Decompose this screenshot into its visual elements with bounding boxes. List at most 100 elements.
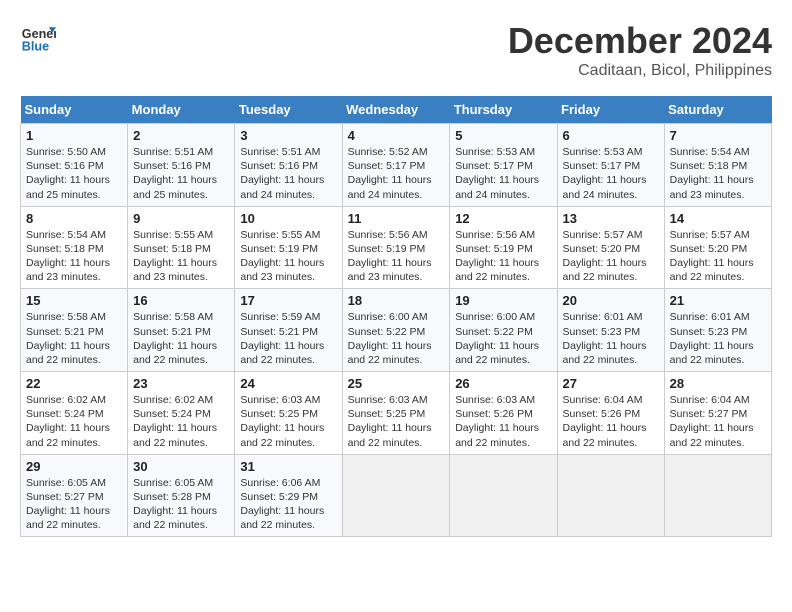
- calendar-cell: 25 Sunrise: 6:03 AM Sunset: 5:25 PM Dayli…: [342, 372, 450, 455]
- calendar-cell: 1Sunrise: 5:50 AM Sunset: 5:16 PM Daylig…: [21, 124, 128, 207]
- calendar-cell: [342, 454, 450, 537]
- day-info: Sunrise: 6:04 AM Sunset: 5:27 PM Dayligh…: [670, 393, 766, 450]
- day-number: 22: [26, 376, 122, 391]
- calendar-cell: 7 Sunrise: 5:54 AM Sunset: 5:18 PM Daylig…: [664, 124, 771, 207]
- day-number: 16: [133, 293, 229, 308]
- day-info: Sunrise: 6:03 AM Sunset: 5:25 PM Dayligh…: [348, 393, 445, 450]
- calendar-cell: 30 Sunrise: 6:05 AM Sunset: 5:28 PM Dayli…: [128, 454, 235, 537]
- day-info: Sunrise: 5:51 AM Sunset: 5:16 PM Dayligh…: [240, 145, 336, 202]
- day-info: Sunrise: 5:51 AM Sunset: 5:16 PM Dayligh…: [133, 145, 229, 202]
- day-number: 29: [26, 459, 122, 474]
- calendar-cell: 29 Sunrise: 6:05 AM Sunset: 5:27 PM Dayli…: [21, 454, 128, 537]
- day-number: 27: [563, 376, 659, 391]
- day-number: 15: [26, 293, 122, 308]
- calendar-cell: [664, 454, 771, 537]
- calendar-cell: 15 Sunrise: 5:58 AM Sunset: 5:21 PM Dayli…: [21, 289, 128, 372]
- header-thursday: Thursday: [450, 96, 557, 124]
- day-number: 6: [563, 128, 659, 143]
- day-info: Sunrise: 5:53 AM Sunset: 5:17 PM Dayligh…: [455, 145, 551, 202]
- day-info: Sunrise: 5:58 AM Sunset: 5:21 PM Dayligh…: [26, 310, 122, 367]
- day-number: 2: [133, 128, 229, 143]
- header-tuesday: Tuesday: [235, 96, 342, 124]
- day-info: Sunrise: 5:52 AM Sunset: 5:17 PM Dayligh…: [348, 145, 445, 202]
- calendar-cell: 10 Sunrise: 5:55 AM Sunset: 5:19 PM Dayli…: [235, 206, 342, 289]
- day-number: 13: [563, 211, 659, 226]
- calendar-cell: 5 Sunrise: 5:53 AM Sunset: 5:17 PM Daylig…: [450, 124, 557, 207]
- day-number: 19: [455, 293, 551, 308]
- calendar-week-2: 8Sunrise: 5:54 AM Sunset: 5:18 PM Daylig…: [21, 206, 772, 289]
- day-number: 20: [563, 293, 659, 308]
- day-info: Sunrise: 5:50 AM Sunset: 5:16 PM Dayligh…: [26, 145, 122, 202]
- header-monday: Monday: [128, 96, 235, 124]
- calendar-cell: 12 Sunrise: 5:56 AM Sunset: 5:19 PM Dayli…: [450, 206, 557, 289]
- day-info: Sunrise: 5:55 AM Sunset: 5:18 PM Dayligh…: [133, 228, 229, 285]
- calendar-cell: [450, 454, 557, 537]
- calendar-cell: 28 Sunrise: 6:04 AM Sunset: 5:27 PM Dayli…: [664, 372, 771, 455]
- calendar-cell: 24Sunrise: 6:03 AM Sunset: 5:25 PM Dayli…: [235, 372, 342, 455]
- svg-text:Blue: Blue: [22, 40, 49, 54]
- page-header: General Blue December 2024 Caditaan, Bic…: [20, 20, 772, 80]
- location: Caditaan, Bicol, Philippines: [508, 62, 772, 80]
- calendar-cell: 17 Sunrise: 5:59 AM Sunset: 5:21 PM Dayli…: [235, 289, 342, 372]
- day-number: 17: [240, 293, 336, 308]
- header-sunday: Sunday: [21, 96, 128, 124]
- day-info: Sunrise: 5:57 AM Sunset: 5:20 PM Dayligh…: [670, 228, 766, 285]
- calendar-cell: 20 Sunrise: 6:01 AM Sunset: 5:23 PM Dayli…: [557, 289, 664, 372]
- header-row: SundayMondayTuesdayWednesdayThursdayFrid…: [21, 96, 772, 124]
- calendar-cell: 14 Sunrise: 5:57 AM Sunset: 5:20 PM Dayli…: [664, 206, 771, 289]
- calendar-cell: 11 Sunrise: 5:56 AM Sunset: 5:19 PM Dayli…: [342, 206, 450, 289]
- day-info: Sunrise: 6:01 AM Sunset: 5:23 PM Dayligh…: [563, 310, 659, 367]
- day-number: 7: [670, 128, 766, 143]
- day-info: Sunrise: 6:05 AM Sunset: 5:28 PM Dayligh…: [133, 476, 229, 533]
- day-number: 30: [133, 459, 229, 474]
- day-number: 9: [133, 211, 229, 226]
- calendar-table: SundayMondayTuesdayWednesdayThursdayFrid…: [20, 96, 772, 537]
- calendar-cell: 27Sunrise: 6:04 AM Sunset: 5:26 PM Dayli…: [557, 372, 664, 455]
- calendar-cell: 22Sunrise: 6:02 AM Sunset: 5:24 PM Dayli…: [21, 372, 128, 455]
- day-number: 10: [240, 211, 336, 226]
- calendar-cell: 18Sunrise: 6:00 AM Sunset: 5:22 PM Dayli…: [342, 289, 450, 372]
- day-info: Sunrise: 6:00 AM Sunset: 5:22 PM Dayligh…: [455, 310, 551, 367]
- day-info: Sunrise: 5:57 AM Sunset: 5:20 PM Dayligh…: [563, 228, 659, 285]
- calendar-cell: 19 Sunrise: 6:00 AM Sunset: 5:22 PM Dayli…: [450, 289, 557, 372]
- day-info: Sunrise: 5:54 AM Sunset: 5:18 PM Dayligh…: [670, 145, 766, 202]
- calendar-cell: 13 Sunrise: 5:57 AM Sunset: 5:20 PM Dayli…: [557, 206, 664, 289]
- day-info: Sunrise: 6:06 AM Sunset: 5:29 PM Dayligh…: [240, 476, 336, 533]
- day-info: Sunrise: 5:53 AM Sunset: 5:17 PM Dayligh…: [563, 145, 659, 202]
- day-number: 12: [455, 211, 551, 226]
- calendar-week-4: 22 Sunrise: 6:02 AM Sunset: 5:24 PM Dayli…: [21, 372, 772, 455]
- title-block: December 2024 Caditaan, Bicol, Philippin…: [508, 20, 772, 80]
- day-info: Sunrise: 5:55 AM Sunset: 5:19 PM Dayligh…: [240, 228, 336, 285]
- calendar-week-5: 29 Sunrise: 6:05 AM Sunset: 5:27 PM Dayli…: [21, 454, 772, 537]
- calendar-cell: 26Sunrise: 6:03 AM Sunset: 5:26 PM Dayli…: [450, 372, 557, 455]
- day-info: Sunrise: 6:02 AM Sunset: 5:24 PM Dayligh…: [133, 393, 229, 450]
- day-info: Sunrise: 6:01 AM Sunset: 5:23 PM Dayligh…: [670, 310, 766, 367]
- day-number: 14: [670, 211, 766, 226]
- day-info: Sunrise: 5:54 AM Sunset: 5:18 PM Dayligh…: [26, 228, 122, 285]
- day-number: 28: [670, 376, 766, 391]
- day-number: 23: [133, 376, 229, 391]
- calendar-cell: 6 Sunrise: 5:53 AM Sunset: 5:17 PM Daylig…: [557, 124, 664, 207]
- day-info: Sunrise: 6:05 AM Sunset: 5:27 PM Dayligh…: [26, 476, 122, 533]
- day-number: 25: [348, 376, 445, 391]
- calendar-cell: 31 Sunrise: 6:06 AM Sunset: 5:29 PM Dayli…: [235, 454, 342, 537]
- day-info: Sunrise: 6:00 AM Sunset: 5:22 PM Dayligh…: [348, 310, 445, 367]
- calendar-week-3: 15 Sunrise: 5:58 AM Sunset: 5:21 PM Dayli…: [21, 289, 772, 372]
- day-info: Sunrise: 6:03 AM Sunset: 5:25 PM Dayligh…: [240, 393, 336, 450]
- day-number: 5: [455, 128, 551, 143]
- header-saturday: Saturday: [664, 96, 771, 124]
- day-number: 26: [455, 376, 551, 391]
- day-info: Sunrise: 5:59 AM Sunset: 5:21 PM Dayligh…: [240, 310, 336, 367]
- calendar-cell: [557, 454, 664, 537]
- day-info: Sunrise: 5:56 AM Sunset: 5:19 PM Dayligh…: [455, 228, 551, 285]
- day-info: Sunrise: 5:56 AM Sunset: 5:19 PM Dayligh…: [348, 228, 445, 285]
- calendar-cell: 8Sunrise: 5:54 AM Sunset: 5:18 PM Daylig…: [21, 206, 128, 289]
- header-friday: Friday: [557, 96, 664, 124]
- calendar-cell: 23 Sunrise: 6:02 AM Sunset: 5:24 PM Dayli…: [128, 372, 235, 455]
- calendar-cell: 3Sunrise: 5:51 AM Sunset: 5:16 PM Daylig…: [235, 124, 342, 207]
- day-number: 31: [240, 459, 336, 474]
- logo: General Blue: [20, 20, 56, 56]
- day-number: 21: [670, 293, 766, 308]
- day-number: 11: [348, 211, 445, 226]
- calendar-week-1: 1Sunrise: 5:50 AM Sunset: 5:16 PM Daylig…: [21, 124, 772, 207]
